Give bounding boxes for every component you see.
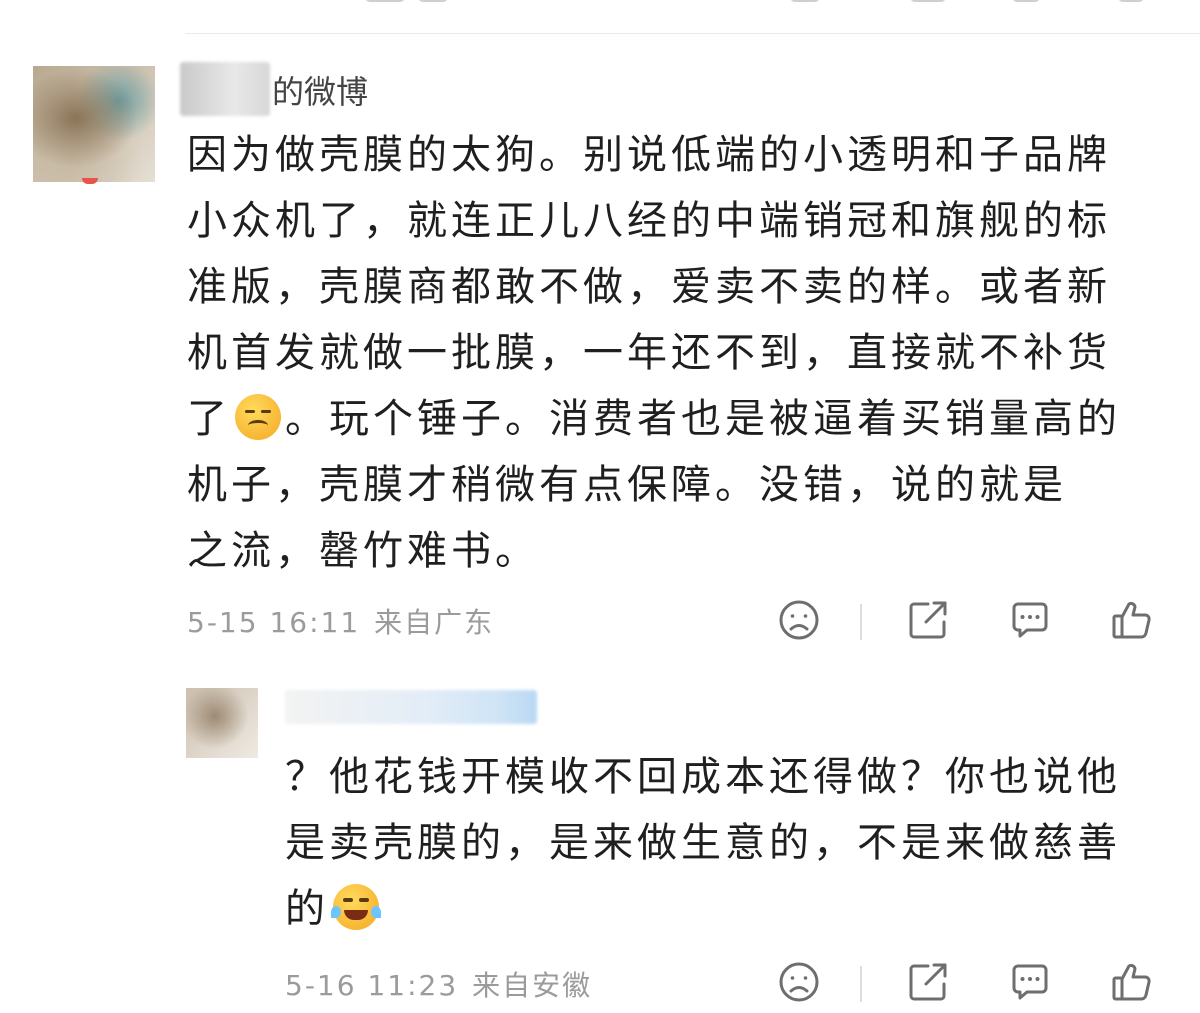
comment-text: 因为做壳膜的太狗。别说低端的小透明和子品牌 小众机了，就连正儿八经的中端销冠和旗… xyxy=(187,122,1121,584)
avatar[interactable] xyxy=(33,66,155,182)
username-suffix[interactable]: 的微博 xyxy=(272,70,368,114)
comment-line: 因为做壳膜的太狗。别说低端的小透明和子品牌 xyxy=(187,132,1111,178)
laughing-tears-emoji xyxy=(331,884,381,930)
comment-line-start: 了 xyxy=(187,396,231,442)
comment-meta: 5-15 16:11 来自广东 xyxy=(187,603,494,643)
thumbs-up-icon[interactable] xyxy=(1110,598,1154,642)
comment-line: 是卖壳膜的，是来做生意的，不是来做慈善 xyxy=(285,820,1121,866)
previous-action-row-fragment xyxy=(0,0,1200,32)
comment-line: 小众机了，就连正儿八经的中端销冠和旗舰的标 xyxy=(187,198,1111,244)
comment-line: ？他花钱开模收不回成本还得做？你也说他 xyxy=(285,754,1121,800)
comment-line-start: 的 xyxy=(285,886,329,932)
comment-text: ？他花钱开模收不回成本还得做？你也说他 是卖壳膜的，是来做生意的，不是来做慈善 … xyxy=(285,744,1121,942)
weibo-comment-thread: 的微博 因为做壳膜的太狗。别说低端的小透明和子品牌 小众机了，就连正儿八经的中端… xyxy=(0,0,1200,1013)
comment-line: 机首发就做一批膜，一年还不到，直接就不补货 xyxy=(187,330,1111,376)
comment-location: 来自广东 xyxy=(374,606,495,639)
comment-time: 5-16 11:23 xyxy=(285,969,459,1002)
sad-face-icon[interactable] xyxy=(777,960,821,1004)
comment-line: 之流，罄竹难书。 xyxy=(187,528,539,574)
avatar-badge xyxy=(82,178,98,184)
action-separator xyxy=(860,966,862,1002)
section-divider xyxy=(185,33,1200,34)
comment-line: 机子，壳膜才稍微有点保障。没错，说的就是 xyxy=(187,462,1067,508)
comment-line: 了 。玩个锤子。消费者也是被逼着买销量高的 xyxy=(187,386,1121,452)
comment-meta: 5-16 11:23 来自安徽 xyxy=(285,966,592,1006)
sad-face-icon[interactable] xyxy=(777,598,821,642)
avatar[interactable] xyxy=(186,688,258,758)
share-icon[interactable] xyxy=(906,598,950,642)
comment-location: 来自安徽 xyxy=(472,969,593,1002)
username-blurred[interactable] xyxy=(285,690,537,724)
action-separator xyxy=(860,604,862,640)
comment-line-rest: 。玩个锤子。消费者也是被逼着买销量高的 xyxy=(285,396,1121,442)
comment-icon[interactable] xyxy=(1008,598,1052,642)
sigh-face-emoji xyxy=(235,394,281,440)
username-blurred[interactable] xyxy=(180,62,270,116)
share-icon[interactable] xyxy=(906,960,950,1004)
comment-line: 准版，壳膜商都敢不做，爱卖不卖的样。或者新 xyxy=(187,264,1111,310)
comment-line: 的 xyxy=(285,876,1121,942)
comment-icon[interactable] xyxy=(1008,960,1052,1004)
comment-time: 5-15 16:11 xyxy=(187,606,361,639)
thumbs-up-icon[interactable] xyxy=(1110,960,1154,1004)
